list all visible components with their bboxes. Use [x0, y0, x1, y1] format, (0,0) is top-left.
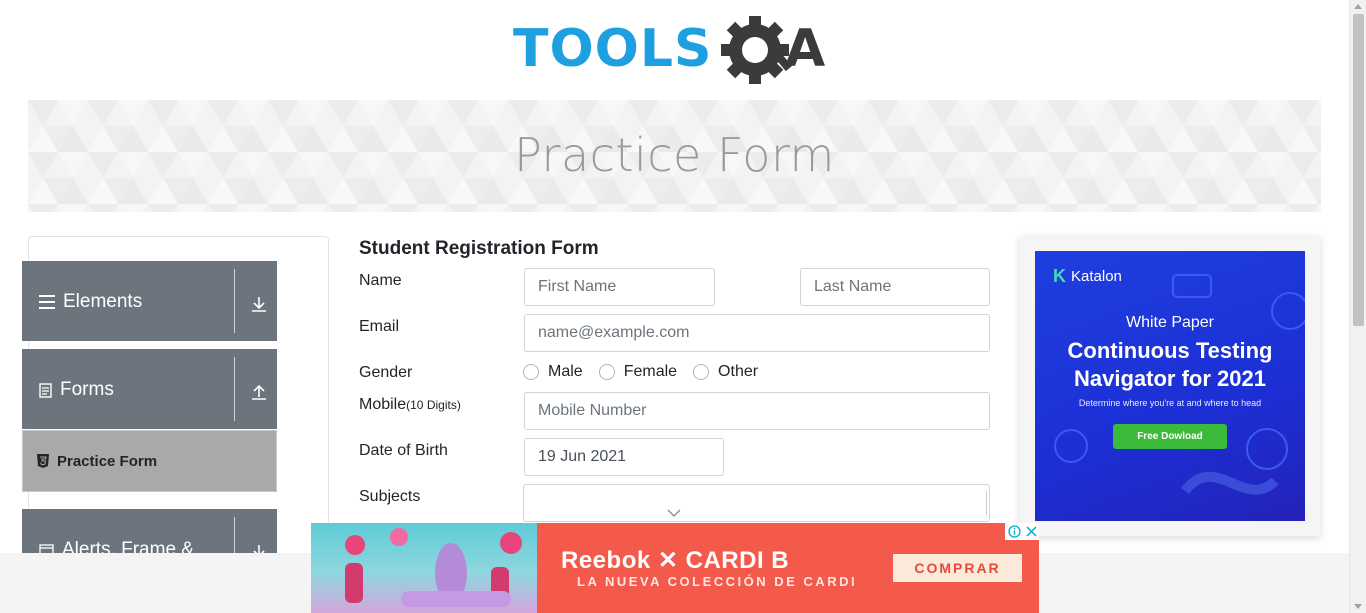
- ad-headline-line: Continuous Testing: [1067, 338, 1273, 363]
- chevron-down-icon[interactable]: [667, 509, 681, 517]
- ad-description: Determine where you're at and where to h…: [1078, 398, 1262, 408]
- page-scrollbar[interactable]: [1349, 0, 1366, 613]
- email-label: Email: [359, 318, 400, 335]
- ad-brand: K Katalon: [1053, 266, 1122, 287]
- gender-radio-other[interactable]: Other: [693, 363, 758, 381]
- page: TOOLS A Practice Form Elements Forms Pra…: [0, 0, 1366, 613]
- mobile-label: Mobile(10 Digits): [359, 396, 461, 414]
- ad-photo: [311, 523, 537, 613]
- email-input[interactable]: [524, 314, 990, 352]
- scroll-up-icon[interactable]: [1354, 4, 1362, 9]
- ad-headline: Continuous Testing Navigator for 2021: [1035, 337, 1305, 393]
- ad-brand-line: Reebok ✕ CARDI B: [561, 547, 790, 574]
- form-title: Student Registration Form: [359, 238, 599, 259]
- radio-label: Male: [548, 363, 583, 380]
- svg-text:A: A: [785, 19, 825, 79]
- ad-kicker: White Paper: [1125, 314, 1215, 331]
- ad-photo-art: [345, 528, 522, 607]
- gender-radio-group: Male Female Other: [523, 363, 758, 381]
- ad-headline-line: Navigator for 2021: [1074, 366, 1266, 391]
- mobile-label-text: Mobile: [359, 396, 407, 413]
- scrollbar-thumb[interactable]: [1353, 14, 1364, 326]
- reebok-ad[interactable]: Reebok ✕ CARDI B LA NUEVA COLECCIÓN DE C…: [311, 523, 1039, 613]
- first-name-input[interactable]: [524, 268, 715, 306]
- date-of-birth-input[interactable]: [524, 438, 724, 476]
- nav-group-label: Forms: [60, 379, 114, 400]
- gender-label: Gender: [359, 364, 413, 381]
- subjects-input[interactable]: [523, 484, 990, 522]
- radio-circle[interactable]: [693, 364, 710, 380]
- ad-brand-label: Katalon: [1071, 268, 1122, 285]
- page-banner: Practice Form: [28, 100, 1321, 212]
- comprar-button[interactable]: COMPRAR: [893, 554, 1022, 582]
- mobile-hint: (10 Digits): [406, 398, 461, 412]
- ad-download-button[interactable]: Free Dowload: [1113, 424, 1227, 449]
- svg-text:TOOLS: TOOLS: [513, 19, 712, 79]
- katalon-logo-icon: K: [1053, 266, 1066, 286]
- subjects-label: Subjects: [359, 488, 421, 505]
- sidebar-item-label: Practice Form: [57, 452, 158, 470]
- nav-group-elements[interactable]: Elements: [22, 261, 277, 341]
- gender-radio-female[interactable]: Female: [598, 363, 678, 381]
- gender-radio-male[interactable]: Male: [523, 363, 583, 381]
- download-arrow-icon[interactable]: [250, 295, 268, 313]
- dob-label: Date of Birth: [359, 442, 448, 459]
- nav-group-forms[interactable]: Forms: [22, 349, 277, 429]
- katalon-ad[interactable]: K Katalon White Paper Continuous Testing N…: [1035, 251, 1305, 521]
- upload-arrow-icon[interactable]: [250, 383, 268, 401]
- mobile-input[interactable]: [524, 392, 990, 430]
- ad-subline: LA NUEVA COLECCIÓN DE CARDI: [577, 574, 858, 589]
- scroll-down-icon[interactable]: [1354, 604, 1362, 609]
- sidebar-item-practice-form[interactable]: Practice Form: [22, 430, 277, 492]
- adchoices-badge[interactable]: [1005, 523, 1039, 540]
- info-icon[interactable]: [1007, 525, 1021, 538]
- html5-icon: [37, 454, 49, 468]
- name-label: Name: [359, 272, 402, 289]
- nav-group-label: Elements: [63, 291, 143, 312]
- document-icon: [39, 382, 52, 398]
- hamburger-icon: [39, 295, 55, 309]
- radio-label: Other: [718, 363, 759, 380]
- page-title: Practice Form: [514, 128, 835, 182]
- last-name-input[interactable]: [800, 268, 990, 306]
- radio-label: Female: [623, 363, 678, 380]
- radio-circle[interactable]: [523, 364, 539, 380]
- close-icon[interactable]: [1025, 526, 1037, 537]
- radio-circle[interactable]: [598, 364, 615, 380]
- toolsqa-logo[interactable]: TOOLS A: [513, 14, 843, 94]
